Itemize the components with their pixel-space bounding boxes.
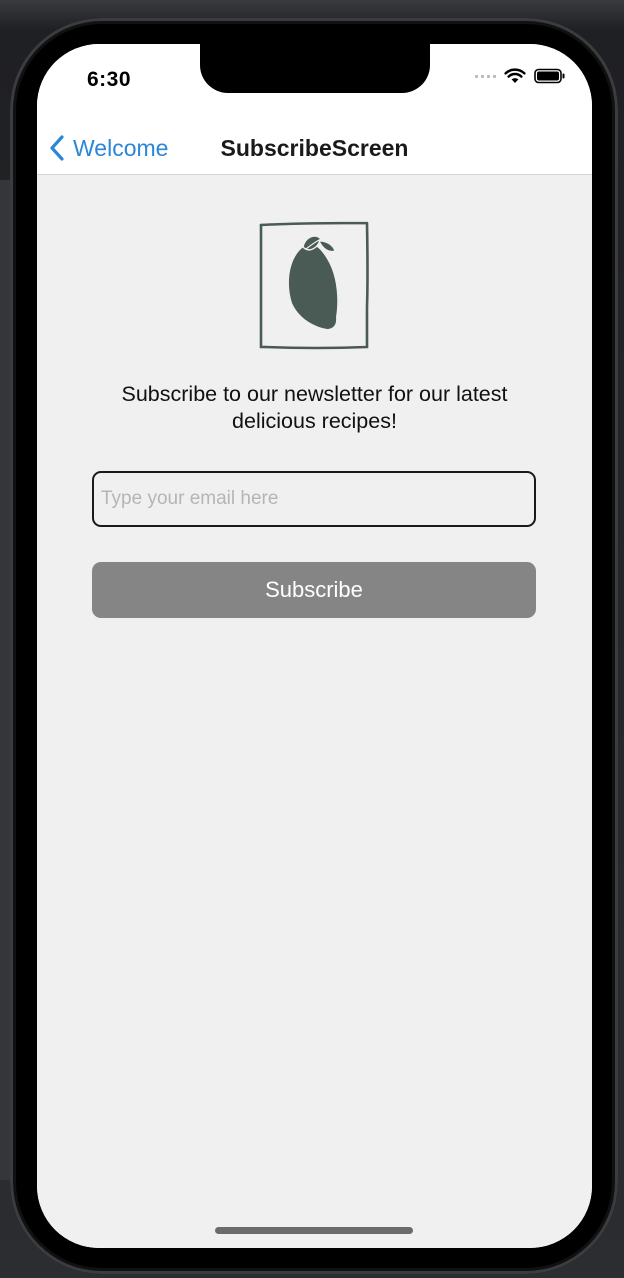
subscribe-content: Subscribe to our newsletter for our late…: [37, 175, 592, 1248]
status-time: 6:30: [87, 68, 132, 91]
battery-icon: [534, 68, 565, 84]
subscribe-button[interactable]: Subscribe: [92, 562, 536, 618]
status-bar: 6:30: [37, 44, 592, 126]
navigation-bar: Welcome SubscribeScreen: [37, 126, 592, 175]
lemon-logo-icon: [259, 221, 369, 350]
page-title: SubscribeScreen: [220, 134, 409, 161]
email-input[interactable]: [92, 471, 536, 527]
status-icons: [475, 68, 566, 84]
home-indicator[interactable]: [215, 1227, 413, 1234]
phone-screen: 6:30 Welcome SubscribeScreen Subscribe t…: [37, 44, 592, 1248]
device-notch: [200, 44, 430, 93]
wifi-icon: [504, 68, 526, 83]
newsletter-message: Subscribe to our newsletter for our late…: [121, 382, 508, 433]
cellular-signal-icon: [475, 74, 496, 78]
